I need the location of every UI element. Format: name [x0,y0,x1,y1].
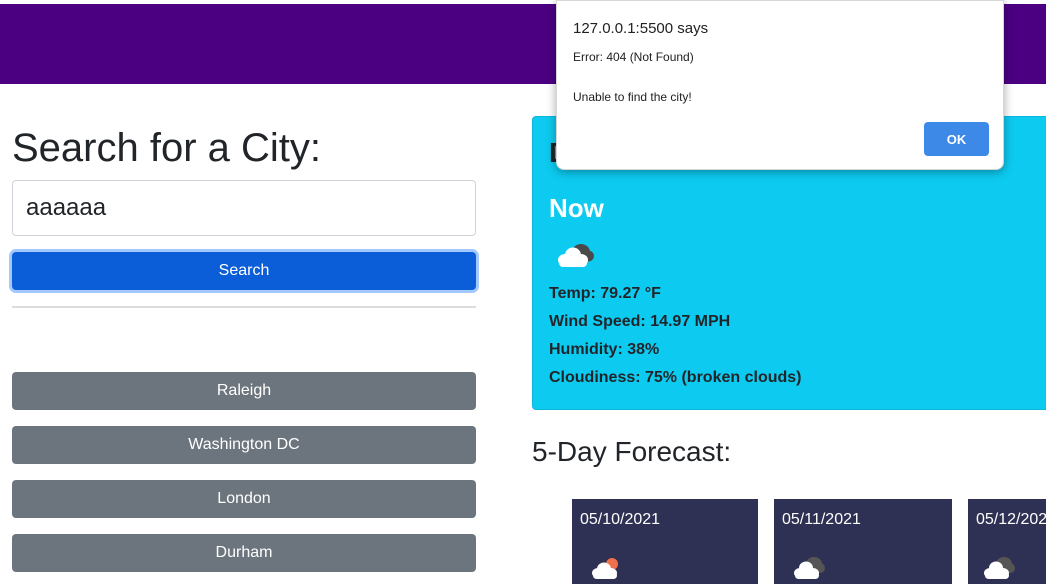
forecast-card: 05/12/2021 [968,499,1046,584]
temp-stat: Temp: 79.27 °F [549,285,661,302]
cloud-icon [558,244,594,267]
cloud-icon [794,557,825,579]
cloud-icon [984,557,1015,579]
alert-detail-message: Unable to find the city! [573,90,692,104]
history-button-raleigh[interactable]: Raleigh [12,372,476,410]
alert-dialog: 127.0.0.1:5500 says Error: 404 (Not Foun… [556,0,1004,170]
search-button[interactable]: Search [12,252,476,290]
history-button-washington-dc[interactable]: Washington DC [12,426,476,464]
alert-error-message: Error: 404 (Not Found) [573,50,694,64]
wind-stat: Wind Speed: 14.97 MPH [549,313,731,330]
cloudiness-stat: Cloudiness: 75% (broken clouds) [549,369,802,386]
divider [12,306,476,308]
forecast-title: 5-Day Forecast: [532,436,732,467]
history-button-london[interactable]: London [12,480,476,518]
now-label: Now [549,193,604,223]
forecast-card: 05/11/2021 [774,499,952,584]
humidity-stat: Humidity: 38% [549,341,660,358]
forecast-card: 05/10/2021 [572,499,758,584]
cloud-sun-icon [592,558,618,579]
alert-ok-button[interactable]: OK [924,122,989,156]
forecast-date: 05/12/2021 [976,511,1046,528]
search-title: Search for a City: [12,126,322,170]
history-button-durham[interactable]: Durham [12,534,476,572]
forecast-date: 05/10/2021 [580,511,661,528]
forecast-date: 05/11/2021 [782,511,861,528]
city-search-input[interactable] [12,180,476,236]
alert-origin: 127.0.0.1:5500 says [573,20,709,37]
